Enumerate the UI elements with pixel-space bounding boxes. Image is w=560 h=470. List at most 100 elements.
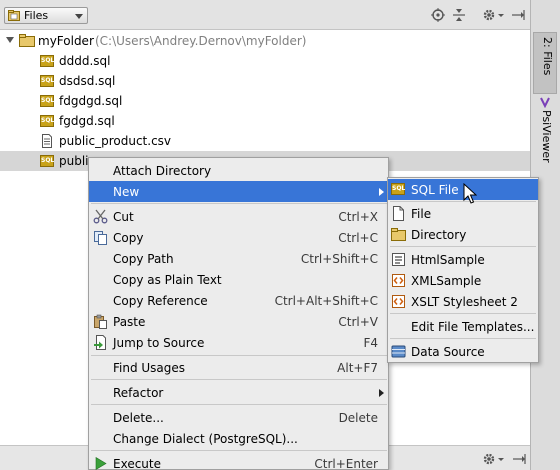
file-label: public_product.csv bbox=[59, 134, 172, 148]
submenu-item-label: HtmlSample bbox=[411, 253, 485, 267]
menu-item-find-usages[interactable]: Find Usages Alt+F7 bbox=[89, 357, 388, 378]
file-icon bbox=[393, 206, 404, 221]
submenu-item-xslt-stylesheet[interactable]: XSLT Stylesheet 2 bbox=[388, 291, 538, 312]
root-folder-label: myFolder bbox=[38, 34, 94, 48]
menu-item-label: New bbox=[113, 185, 140, 199]
menu-item-label: Copy Reference bbox=[113, 294, 208, 308]
submenu-arrow-icon bbox=[379, 188, 384, 196]
tab-psiviewer-label: PsiViewer bbox=[540, 110, 553, 163]
menu-separator bbox=[390, 338, 536, 339]
settings-dropdown-icon[interactable] bbox=[497, 452, 505, 466]
submenu-item-label: Edit File Templates... bbox=[411, 320, 535, 334]
menu-item-label: Execute bbox=[113, 457, 161, 470]
sql-file-icon: SQL bbox=[40, 74, 54, 88]
menu-item-cut[interactable]: Cut Ctrl+X bbox=[89, 206, 388, 227]
settings-dropdown-icon[interactable] bbox=[497, 8, 505, 22]
tab-psiviewer[interactable]: PsiViewer bbox=[533, 96, 557, 166]
file-label: dsdsd.sql bbox=[59, 74, 116, 88]
menu-item-copy[interactable]: Copy Ctrl+C bbox=[89, 227, 388, 248]
xslt-icon bbox=[392, 295, 405, 308]
folder-icon bbox=[19, 34, 35, 47]
menu-separator bbox=[91, 379, 387, 380]
sql-file-icon: SQL bbox=[40, 54, 54, 68]
menu-item-execute[interactable]: Execute Ctrl+Enter bbox=[89, 453, 388, 470]
menu-item-shortcut: Delete bbox=[338, 411, 378, 425]
target-icon[interactable] bbox=[431, 8, 445, 22]
hide-panel-icon[interactable] bbox=[511, 8, 525, 22]
tree-row-file[interactable]: SQL dsdsd.sql bbox=[0, 71, 530, 91]
xml-icon bbox=[392, 274, 405, 287]
menu-item-label: Find Usages bbox=[113, 361, 186, 375]
menu-item-new[interactable]: New bbox=[89, 181, 388, 202]
menu-item-shortcut: Alt+F7 bbox=[337, 361, 378, 375]
submenu-item-label: SQL File bbox=[411, 183, 459, 197]
scissors-icon bbox=[93, 209, 108, 224]
view-selector-label: Files bbox=[24, 9, 49, 22]
context-menu: Attach Directory New Cut Ctrl+X Copy Ctr… bbox=[88, 157, 389, 470]
menu-item-copy-as-plain-text[interactable]: Copy as Plain Text bbox=[89, 269, 388, 290]
menu-item-label: Change Dialect (PostgreSQL)... bbox=[113, 432, 298, 446]
submenu-item-file[interactable]: File bbox=[388, 203, 538, 224]
menu-item-shortcut: Ctrl+V bbox=[338, 315, 378, 329]
menu-separator bbox=[390, 313, 536, 314]
submenu-item-label: XSLT Stylesheet 2 bbox=[411, 295, 518, 309]
menu-item-label: Cut bbox=[113, 210, 134, 224]
project-toolbar: Files bbox=[0, 0, 530, 30]
menu-separator bbox=[91, 450, 387, 451]
menu-item-attach-directory[interactable]: Attach Directory bbox=[89, 160, 388, 181]
settings-icon[interactable] bbox=[482, 8, 496, 22]
submenu-item-edit-file-templates[interactable]: Edit File Templates... bbox=[388, 316, 538, 337]
psiviewer-icon bbox=[540, 97, 550, 108]
menu-item-change-dialect[interactable]: Change Dialect (PostgreSQL)... bbox=[89, 428, 388, 449]
menu-separator bbox=[91, 203, 387, 204]
menu-item-refactor[interactable]: Refactor bbox=[89, 382, 388, 403]
menu-item-delete[interactable]: Delete... Delete bbox=[89, 407, 388, 428]
menu-item-shortcut: Ctrl+Alt+Shift+C bbox=[274, 294, 378, 308]
copy-icon bbox=[94, 231, 107, 245]
chevron-down-icon bbox=[75, 14, 83, 19]
mouse-cursor-icon bbox=[463, 183, 477, 204]
submenu-item-label: Directory bbox=[411, 228, 467, 242]
menu-item-label: Copy bbox=[113, 231, 144, 245]
sql-file-icon: SQL bbox=[40, 154, 54, 168]
tree-row-root-folder[interactable]: myFolder (C:\Users\Andrey.Dernov\myFolde… bbox=[0, 31, 530, 51]
submenu-item-data-source[interactable]: Data Source bbox=[388, 341, 538, 362]
file-label: fgdgd.sql bbox=[59, 114, 115, 128]
sql-file-icon: SQL bbox=[391, 182, 406, 197]
run-icon bbox=[95, 456, 107, 470]
submenu-item-label: Data Source bbox=[411, 345, 485, 359]
submenu-item-label: XMLSample bbox=[411, 274, 482, 288]
menu-item-copy-reference[interactable]: Copy Reference Ctrl+Alt+Shift+C bbox=[89, 290, 388, 311]
submenu-item-directory[interactable]: Directory bbox=[388, 224, 538, 245]
root-folder-path: (C:\Users\Andrey.Dernov\myFolder) bbox=[95, 34, 307, 48]
html-icon bbox=[392, 253, 405, 266]
menu-item-shortcut: F4 bbox=[363, 336, 378, 350]
menu-item-copy-path[interactable]: Copy Path Ctrl+Shift+C bbox=[89, 248, 388, 269]
sql-file-icon: SQL bbox=[40, 114, 54, 128]
expand-arrow-icon[interactable] bbox=[6, 37, 14, 43]
collapse-all-icon[interactable] bbox=[452, 8, 466, 22]
menu-item-shortcut: Ctrl+X bbox=[338, 210, 378, 224]
tree-row-file[interactable]: SQL fgdgd.sql bbox=[0, 111, 530, 131]
submenu-item-xml-sample[interactable]: XMLSample bbox=[388, 270, 538, 291]
menu-item-shortcut: Ctrl+C bbox=[338, 231, 378, 245]
tree-row-file[interactable]: SQL dddd.sql bbox=[0, 51, 530, 71]
menu-item-label: Delete... bbox=[113, 411, 164, 425]
tab-files[interactable]: 2: Files bbox=[533, 32, 557, 94]
menu-item-shortcut: Ctrl+Shift+C bbox=[300, 252, 378, 266]
view-selector-dropdown[interactable]: Files bbox=[4, 7, 88, 24]
file-label: fdgdgd.sql bbox=[59, 94, 123, 108]
menu-item-jump-to-source[interactable]: Jump to Source F4 bbox=[89, 332, 388, 353]
hide-panel-icon[interactable] bbox=[512, 452, 526, 466]
menu-separator bbox=[91, 355, 387, 356]
submenu-item-html-sample[interactable]: HtmlSample bbox=[388, 249, 538, 270]
tree-row-file[interactable]: SQL fdgdgd.sql bbox=[0, 91, 530, 111]
menu-item-label: Refactor bbox=[113, 386, 164, 400]
files-view-icon bbox=[8, 10, 20, 21]
menu-item-shortcut: Ctrl+Enter bbox=[314, 457, 378, 470]
tree-row-file[interactable]: public_product.csv bbox=[0, 131, 530, 151]
menu-item-paste[interactable]: Paste Ctrl+V bbox=[89, 311, 388, 332]
tab-files-label: 2: Files bbox=[541, 37, 554, 76]
settings-icon[interactable] bbox=[482, 452, 496, 466]
file-label: dddd.sql bbox=[59, 54, 111, 68]
